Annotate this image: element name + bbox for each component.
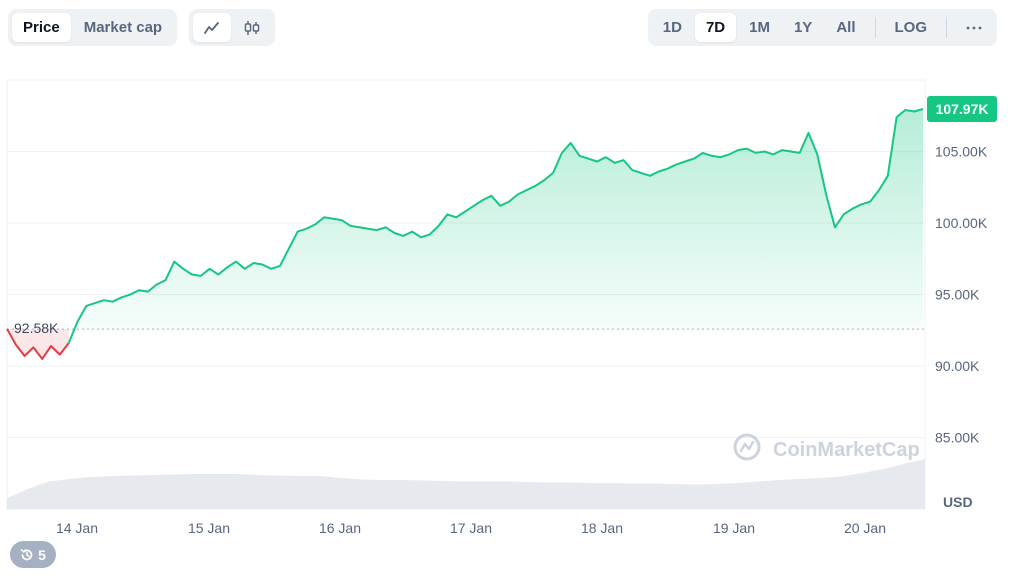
price-chart[interactable]: 105.00K 100.00K 95.00K 90.00K 85.00K 14 Jan 15… <box>0 0 1011 575</box>
x-tick-label: 17 Jan <box>450 520 492 536</box>
coinmarketcap-logo-icon <box>733 433 761 461</box>
reference-price-label: 92.58K <box>14 320 59 336</box>
coinmarketcap-watermark: CoinMarketCap <box>733 433 920 461</box>
x-tick-label: 16 Jan <box>319 520 361 536</box>
y-tick-label: 100.00K <box>935 215 988 231</box>
x-tick-label: 18 Jan <box>581 520 623 536</box>
price-chart-svg: 105.00K 100.00K 95.00K 90.00K 85.00K 14 Jan 15… <box>6 79 997 536</box>
watermark-text: CoinMarketCap <box>773 439 920 461</box>
history-icon <box>20 548 33 560</box>
volume-area <box>7 459 925 509</box>
y-tick-label: 85.00K <box>935 430 980 446</box>
current-price-label: 107.97K <box>936 101 989 117</box>
y-tick-label: 105.00K <box>935 144 988 160</box>
x-tick-label: 20 Jan <box>844 520 886 536</box>
currency-label: USD <box>943 494 973 510</box>
history-badge[interactable]: 5 <box>10 541 56 568</box>
x-tick-label: 15 Jan <box>188 520 230 536</box>
history-count: 5 <box>38 546 46 563</box>
x-tick-label: 19 Jan <box>713 520 755 536</box>
y-tick-label: 95.00K <box>935 287 980 303</box>
price-area-fill <box>68 109 923 344</box>
x-tick-label: 14 Jan <box>56 520 98 536</box>
y-tick-label: 90.00K <box>935 358 980 374</box>
